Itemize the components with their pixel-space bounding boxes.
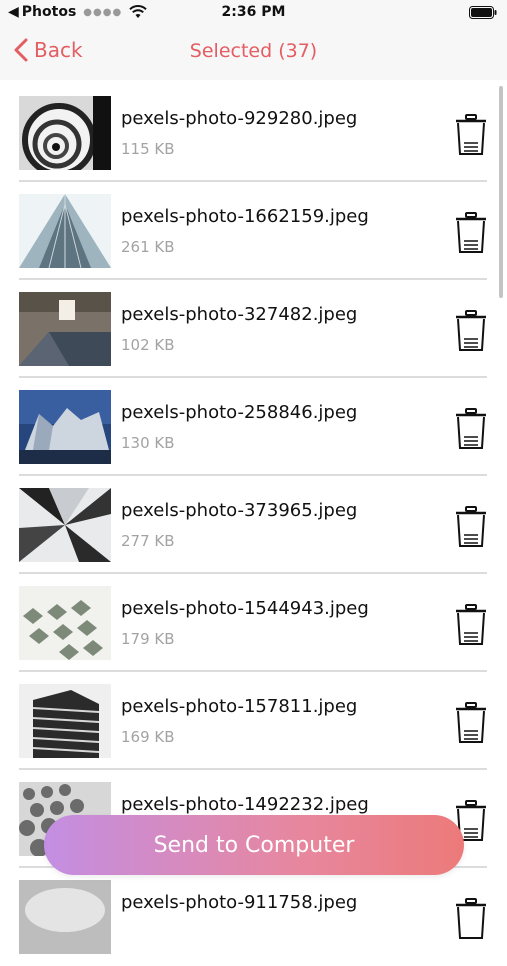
thumbnail-curved-building [19, 880, 111, 954]
thumbnail-concrete-interior [19, 292, 111, 366]
file-name: pexels-photo-373965.jpeg [121, 500, 358, 521]
file-name: pexels-photo-929280.jpeg [121, 108, 358, 129]
list-item[interactable]: pexels-photo-157811.jpeg 169 KB [19, 674, 487, 770]
list-item[interactable]: pexels-photo-327482.jpeg 102 KB [19, 282, 487, 378]
file-size: 261 KB [121, 238, 175, 256]
trash-icon[interactable] [455, 310, 487, 352]
list-item[interactable]: pexels-photo-929280.jpeg 115 KB [19, 86, 487, 182]
status-bar: ◀ Photos ●●●● 2:36 PM [0, 0, 507, 28]
file-size: 102 KB [121, 336, 175, 354]
send-to-computer-button[interactable]: Send to Computer [44, 815, 464, 875]
thumbnail-spiral-staircase [19, 96, 111, 170]
trash-icon[interactable] [455, 604, 487, 646]
trash-icon[interactable] [455, 702, 487, 744]
thumbnail-geometric-facade [19, 586, 111, 660]
file-name: pexels-photo-1662159.jpeg [121, 206, 369, 227]
navigation-bar: Back Selected (37) [0, 28, 507, 80]
file-name: pexels-photo-1544943.jpeg [121, 598, 369, 619]
battery-icon [469, 6, 497, 19]
file-size: 130 KB [121, 434, 175, 452]
file-size: 179 KB [121, 630, 175, 648]
file-size: 115 KB [121, 140, 175, 158]
list-item[interactable]: pexels-photo-1662159.jpeg 261 KB [19, 184, 487, 280]
page-title: Selected (37) [189, 40, 318, 62]
file-size: 169 KB [121, 728, 175, 746]
thumbnail-glass-tower [19, 194, 111, 268]
trash-icon[interactable] [455, 114, 487, 156]
trash-icon[interactable] [455, 898, 487, 940]
list-item[interactable]: pexels-photo-911758.jpeg [19, 870, 487, 966]
list-item[interactable]: pexels-photo-373965.jpeg 277 KB [19, 478, 487, 574]
file-name: pexels-photo-1492232.jpeg [121, 794, 369, 815]
file-name: pexels-photo-258846.jpeg [121, 402, 358, 423]
trash-icon[interactable] [455, 408, 487, 450]
thumbnail-skyward-buildings [19, 488, 111, 562]
file-size: 277 KB [121, 532, 175, 550]
file-name: pexels-photo-327482.jpeg [121, 304, 358, 325]
list-item[interactable]: pexels-photo-1544943.jpeg 179 KB [19, 576, 487, 672]
list-item[interactable]: pexels-photo-258846.jpeg 130 KB [19, 380, 487, 476]
scrollbar[interactable] [499, 86, 503, 298]
trash-icon[interactable] [455, 212, 487, 254]
file-name: pexels-photo-157811.jpeg [121, 696, 358, 717]
thumbnail-concert-hall [19, 390, 111, 464]
thumbnail-stacked-building [19, 684, 111, 758]
file-name: pexels-photo-911758.jpeg [121, 892, 358, 913]
trash-icon[interactable] [455, 506, 487, 548]
clock: 2:36 PM [221, 4, 286, 20]
